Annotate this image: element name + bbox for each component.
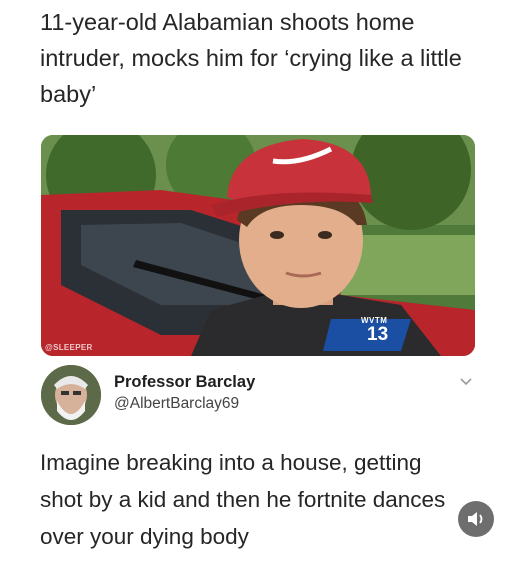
- post-headline: 11-year-old Alabamian shoots home intrud…: [40, 9, 462, 107]
- chevron-down-icon[interactable]: [459, 375, 473, 389]
- avatar[interactable]: [41, 365, 101, 425]
- photo-watermark: @SLEEPER: [45, 343, 93, 352]
- speaker-icon: [468, 512, 483, 526]
- tweet-header: Professor Barclay @AlbertBarclay69: [41, 365, 481, 427]
- author-handle[interactable]: @AlbertBarclay69: [114, 395, 239, 413]
- tweet-text: Imagine breaking into a house, getting s…: [40, 450, 446, 549]
- channel-number: 13: [367, 324, 389, 345]
- photo-illustration: [41, 135, 475, 356]
- news-photo[interactable]: WVTM 13 @SLEEPER: [41, 135, 475, 356]
- channel-badge: WVTM 13: [353, 316, 407, 350]
- sound-button[interactable]: [458, 501, 494, 537]
- author-name[interactable]: Professor Barclay: [114, 373, 255, 392]
- avatar-image: [41, 365, 101, 425]
